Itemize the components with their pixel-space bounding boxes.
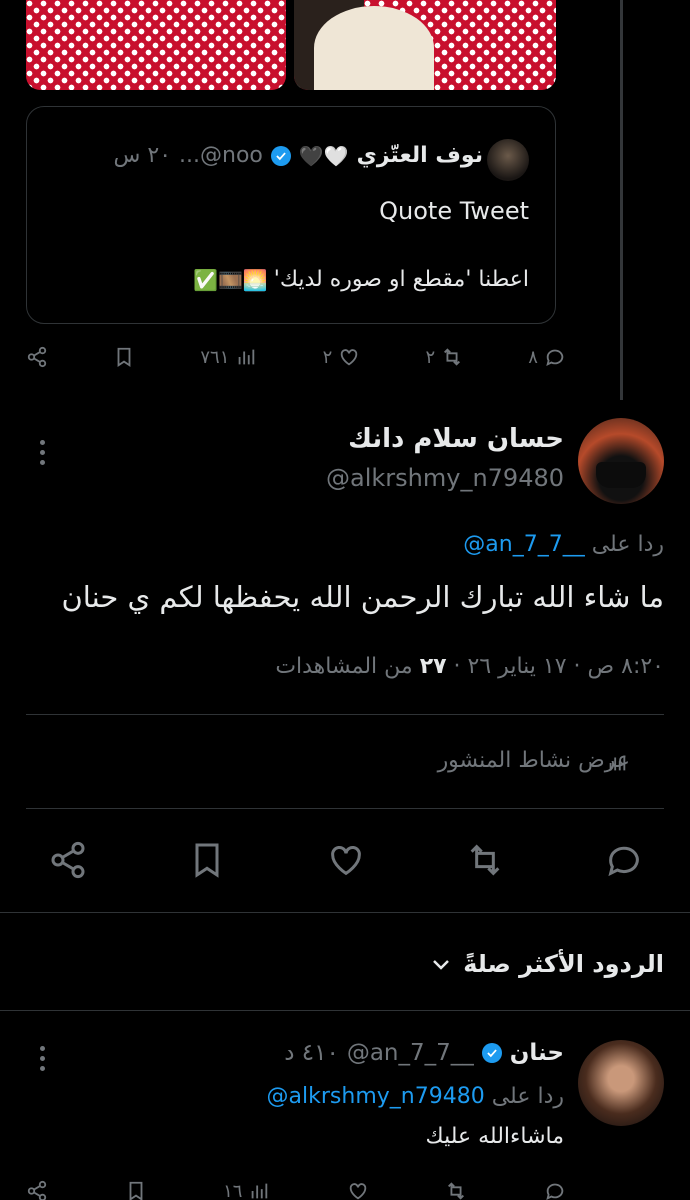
reply-button[interactable]: ٨ xyxy=(528,346,566,368)
quoted-handle: ...@noo xyxy=(179,143,263,168)
reply-actions: ١٦ xyxy=(26,1180,566,1200)
repost-icon xyxy=(448,1182,465,1200)
tweet-image-2[interactable] xyxy=(294,0,556,90)
chevron-down-icon xyxy=(433,960,450,970)
main-text: ما شاء الله تبارك الرحمن الله يحفظها لكم… xyxy=(61,580,664,614)
more-icon[interactable] xyxy=(37,1046,47,1071)
views-icon xyxy=(239,349,255,365)
repost-count: ٢ xyxy=(425,346,436,368)
quoted-title: Quote Tweet xyxy=(379,197,529,225)
repost-button[interactable]: ٢ xyxy=(425,346,463,368)
like-icon[interactable] xyxy=(326,840,366,880)
share-button[interactable] xyxy=(26,346,48,368)
share-button[interactable] xyxy=(26,1180,48,1200)
reply-handle[interactable]: @an_7_7__ xyxy=(347,1040,474,1066)
reply-header: حنان @an_7_7__ ٤١٠ د xyxy=(284,1040,564,1066)
main-actions xyxy=(48,840,644,880)
reply-to-link[interactable]: @an_7_7__ xyxy=(463,532,584,557)
meta-views-label: من المشاهدات xyxy=(275,654,413,679)
share-icon[interactable] xyxy=(48,840,88,880)
divider xyxy=(26,808,664,809)
quoted-header: نوف العتّزي 🖤🤍 ...@noo ٢٠ س xyxy=(114,143,483,168)
tweet-image-1[interactable] xyxy=(26,0,286,90)
main-name[interactable]: حسان سلام دانك xyxy=(348,424,564,454)
quoted-time: ٢٠ س xyxy=(113,143,172,168)
divider xyxy=(26,714,664,715)
reply-text: ماشاءالله عليك xyxy=(425,1124,564,1149)
reply-icon xyxy=(546,1183,564,1200)
sort-selector[interactable]: الردود الأكثر صلةً xyxy=(429,950,664,978)
repost-icon[interactable] xyxy=(465,840,505,880)
share-icon xyxy=(27,346,47,368)
reply-count: ٨ xyxy=(528,346,538,368)
repost-icon xyxy=(444,348,461,366)
bookmark-icon[interactable] xyxy=(187,840,227,880)
reply-reply-to-line: ردا على @alkrshmy_n79480 xyxy=(267,1084,564,1109)
reply-icon xyxy=(546,349,564,367)
quoted-name-emojis: 🖤🤍 xyxy=(298,143,349,168)
reply-prefix: ردا على xyxy=(591,532,664,557)
section-divider xyxy=(0,912,690,913)
main-meta: ٨:٢٠ ص · ١٧ يناير ٢٦ · ٢٧ من المشاهدات xyxy=(275,654,664,679)
repost-button[interactable] xyxy=(445,1180,467,1200)
reply-name[interactable]: حنان xyxy=(510,1040,564,1066)
sort-label: الردود الأكثر صلةً xyxy=(463,950,664,978)
like-icon xyxy=(341,349,358,366)
main-avatar[interactable] xyxy=(578,418,664,504)
meta-views-count: ٢٧ xyxy=(419,654,447,679)
bookmark-icon xyxy=(129,1181,142,1200)
quoted-name[interactable]: نوف العتّزي xyxy=(357,143,483,168)
share-icon xyxy=(27,1180,47,1200)
parent-actions: ٨ ٢ ٢ ٧٦١ xyxy=(26,346,566,368)
meta-datetime: ٨:٢٠ ص · ١٧ يناير ٢٦ · xyxy=(453,654,664,679)
bookmark-button[interactable] xyxy=(125,1180,147,1200)
verified-icon xyxy=(270,145,291,166)
quoted-tweet-card[interactable]: نوف العتّزي 🖤🤍 ...@noo ٢٠ س Quote Tweet … xyxy=(26,106,556,324)
like-icon xyxy=(349,1183,367,1200)
post-activity-link[interactable]: عرض نشاط المنشور xyxy=(438,748,630,773)
quoted-body-emojis: ✅🎞️🌅 xyxy=(193,267,268,292)
views-button[interactable]: ٧٦١ xyxy=(200,346,257,368)
reply-time: ٤١٠ د xyxy=(284,1040,339,1066)
views-count: ١٦ xyxy=(223,1180,243,1200)
avatar-mask xyxy=(596,462,646,488)
bookmark-icon xyxy=(117,347,131,367)
quoted-body: اعطنا 'مقطع او صوره لديك' ✅🎞️🌅 xyxy=(193,267,529,292)
bookmark-button[interactable] xyxy=(113,346,135,368)
main-handle[interactable]: @alkrshmy_n79480 xyxy=(326,464,564,492)
like-count: ٢ xyxy=(322,346,333,368)
reply-avatar[interactable] xyxy=(578,1040,664,1126)
reply-to-link[interactable]: @alkrshmy_n79480 xyxy=(267,1084,485,1109)
reply-button[interactable] xyxy=(544,1180,566,1200)
quoted-body-text: اعطنا 'مقطع او صوره لديك' xyxy=(273,267,529,292)
more-icon[interactable] xyxy=(37,440,47,465)
verified-icon xyxy=(481,1043,502,1063)
reply-prefix: ردا على xyxy=(491,1084,564,1109)
reply-to-line: ردا على @an_7_7__ xyxy=(463,532,664,557)
like-button[interactable] xyxy=(347,1180,369,1200)
section-divider xyxy=(0,1010,690,1011)
thread-line xyxy=(620,0,623,400)
image-cloth xyxy=(314,6,434,90)
views-button[interactable]: ١٦ xyxy=(223,1180,270,1200)
like-button[interactable]: ٢ xyxy=(323,346,361,368)
views-count: ٧٦١ xyxy=(200,346,230,368)
reply-icon[interactable] xyxy=(604,840,644,880)
quoted-avatar[interactable] xyxy=(487,139,529,181)
views-icon xyxy=(252,1183,268,1199)
